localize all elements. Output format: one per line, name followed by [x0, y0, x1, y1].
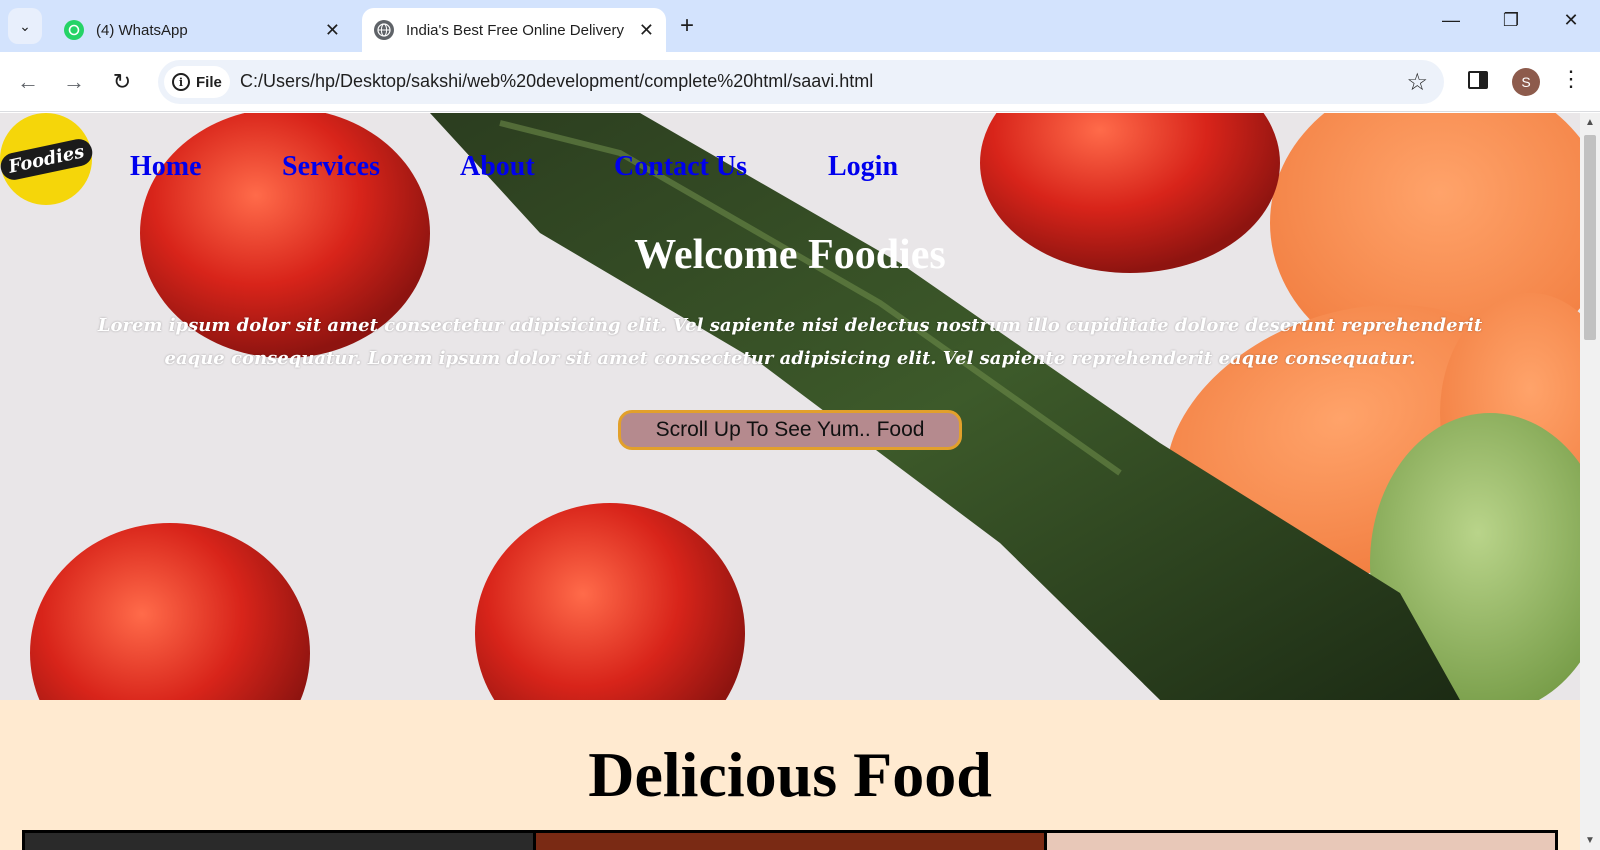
- new-tab-icon[interactable]: +: [680, 12, 694, 40]
- side-panel-icon[interactable]: [1468, 71, 1488, 89]
- nav-link-contact-us[interactable]: Contact Us: [614, 151, 747, 183]
- info-icon: i: [172, 73, 190, 91]
- scroll-up-button[interactable]: Scroll Up To See Yum.. Food: [618, 410, 962, 450]
- restore-icon[interactable]: ❐: [1496, 10, 1526, 31]
- hero-title: Welcome Foodies: [634, 232, 946, 278]
- whatsapp-icon: [64, 20, 84, 40]
- address-bar[interactable]: i File C:/Users/hp/Desktop/sakshi/web%20…: [158, 60, 1444, 104]
- tab-title: India's Best Free Online Delivery: [406, 21, 624, 39]
- delicious-food-section: Delicious Food: [0, 700, 1580, 850]
- back-arrow-icon[interactable]: ←: [14, 68, 42, 96]
- close-tab-icon[interactable]: ✕: [325, 20, 340, 41]
- logo-text: Foodies: [0, 136, 95, 182]
- nav-link-about[interactable]: About: [460, 151, 535, 183]
- nav-link-login[interactable]: Login: [828, 151, 898, 183]
- minimize-icon[interactable]: —: [1436, 10, 1466, 31]
- nav-link-home[interactable]: Home: [130, 151, 202, 183]
- tab-whatsapp[interactable]: (4) WhatsApp ✕: [52, 8, 352, 52]
- tab-search-button[interactable]: ⌄: [8, 8, 42, 44]
- scheme-label: File: [196, 73, 222, 91]
- chevron-down-icon: ⌄: [19, 17, 31, 34]
- food-cards-row: [22, 830, 1558, 850]
- scrollbar-thumb[interactable]: [1584, 135, 1596, 340]
- hero-section: Foodies Home Services About Contact Us L…: [0, 113, 1580, 700]
- tab-foodies[interactable]: India's Best Free Online Delivery ✕: [362, 8, 666, 52]
- menu-icon[interactable]: ⋮: [1560, 66, 1582, 92]
- profile-avatar[interactable]: S: [1512, 68, 1540, 96]
- hero-paragraph: Lorem ipsum dolor sit amet consectetur a…: [97, 315, 1483, 369]
- page-viewport: Foodies Home Services About Contact Us L…: [0, 113, 1580, 850]
- close-window-icon[interactable]: ✕: [1556, 10, 1586, 31]
- food-card[interactable]: [536, 833, 1047, 850]
- reload-icon[interactable]: ↻: [108, 68, 136, 96]
- food-card[interactable]: [25, 833, 536, 850]
- tab-title: (4) WhatsApp: [96, 21, 188, 39]
- globe-icon: [374, 20, 394, 40]
- bookmark-star-icon[interactable]: ☆: [1406, 68, 1428, 97]
- url-text[interactable]: C:/Users/hp/Desktop/sakshi/web%20develop…: [240, 71, 873, 92]
- nav-link-services[interactable]: Services: [282, 151, 380, 183]
- site-logo[interactable]: Foodies: [0, 113, 95, 205]
- browser-toolbar: ← → ↻ i File C:/Users/hp/Desktop/sakshi/…: [0, 52, 1600, 112]
- vegetables-background-image: [0, 113, 1580, 700]
- page-scrollbar[interactable]: ▲ ▼: [1580, 113, 1600, 850]
- close-tab-icon[interactable]: ✕: [639, 20, 654, 41]
- food-card[interactable]: [1047, 833, 1555, 850]
- tab-strip: ⌄ (4) WhatsApp ✕ India's Best Free Onlin…: [0, 0, 1600, 52]
- forward-arrow-icon[interactable]: →: [60, 68, 88, 96]
- site-info-chip[interactable]: i File: [164, 66, 230, 98]
- scroll-up-arrow-icon[interactable]: ▲: [1580, 117, 1600, 128]
- scroll-down-arrow-icon[interactable]: ▼: [1580, 835, 1600, 846]
- section-heading: Delicious Food: [588, 739, 992, 810]
